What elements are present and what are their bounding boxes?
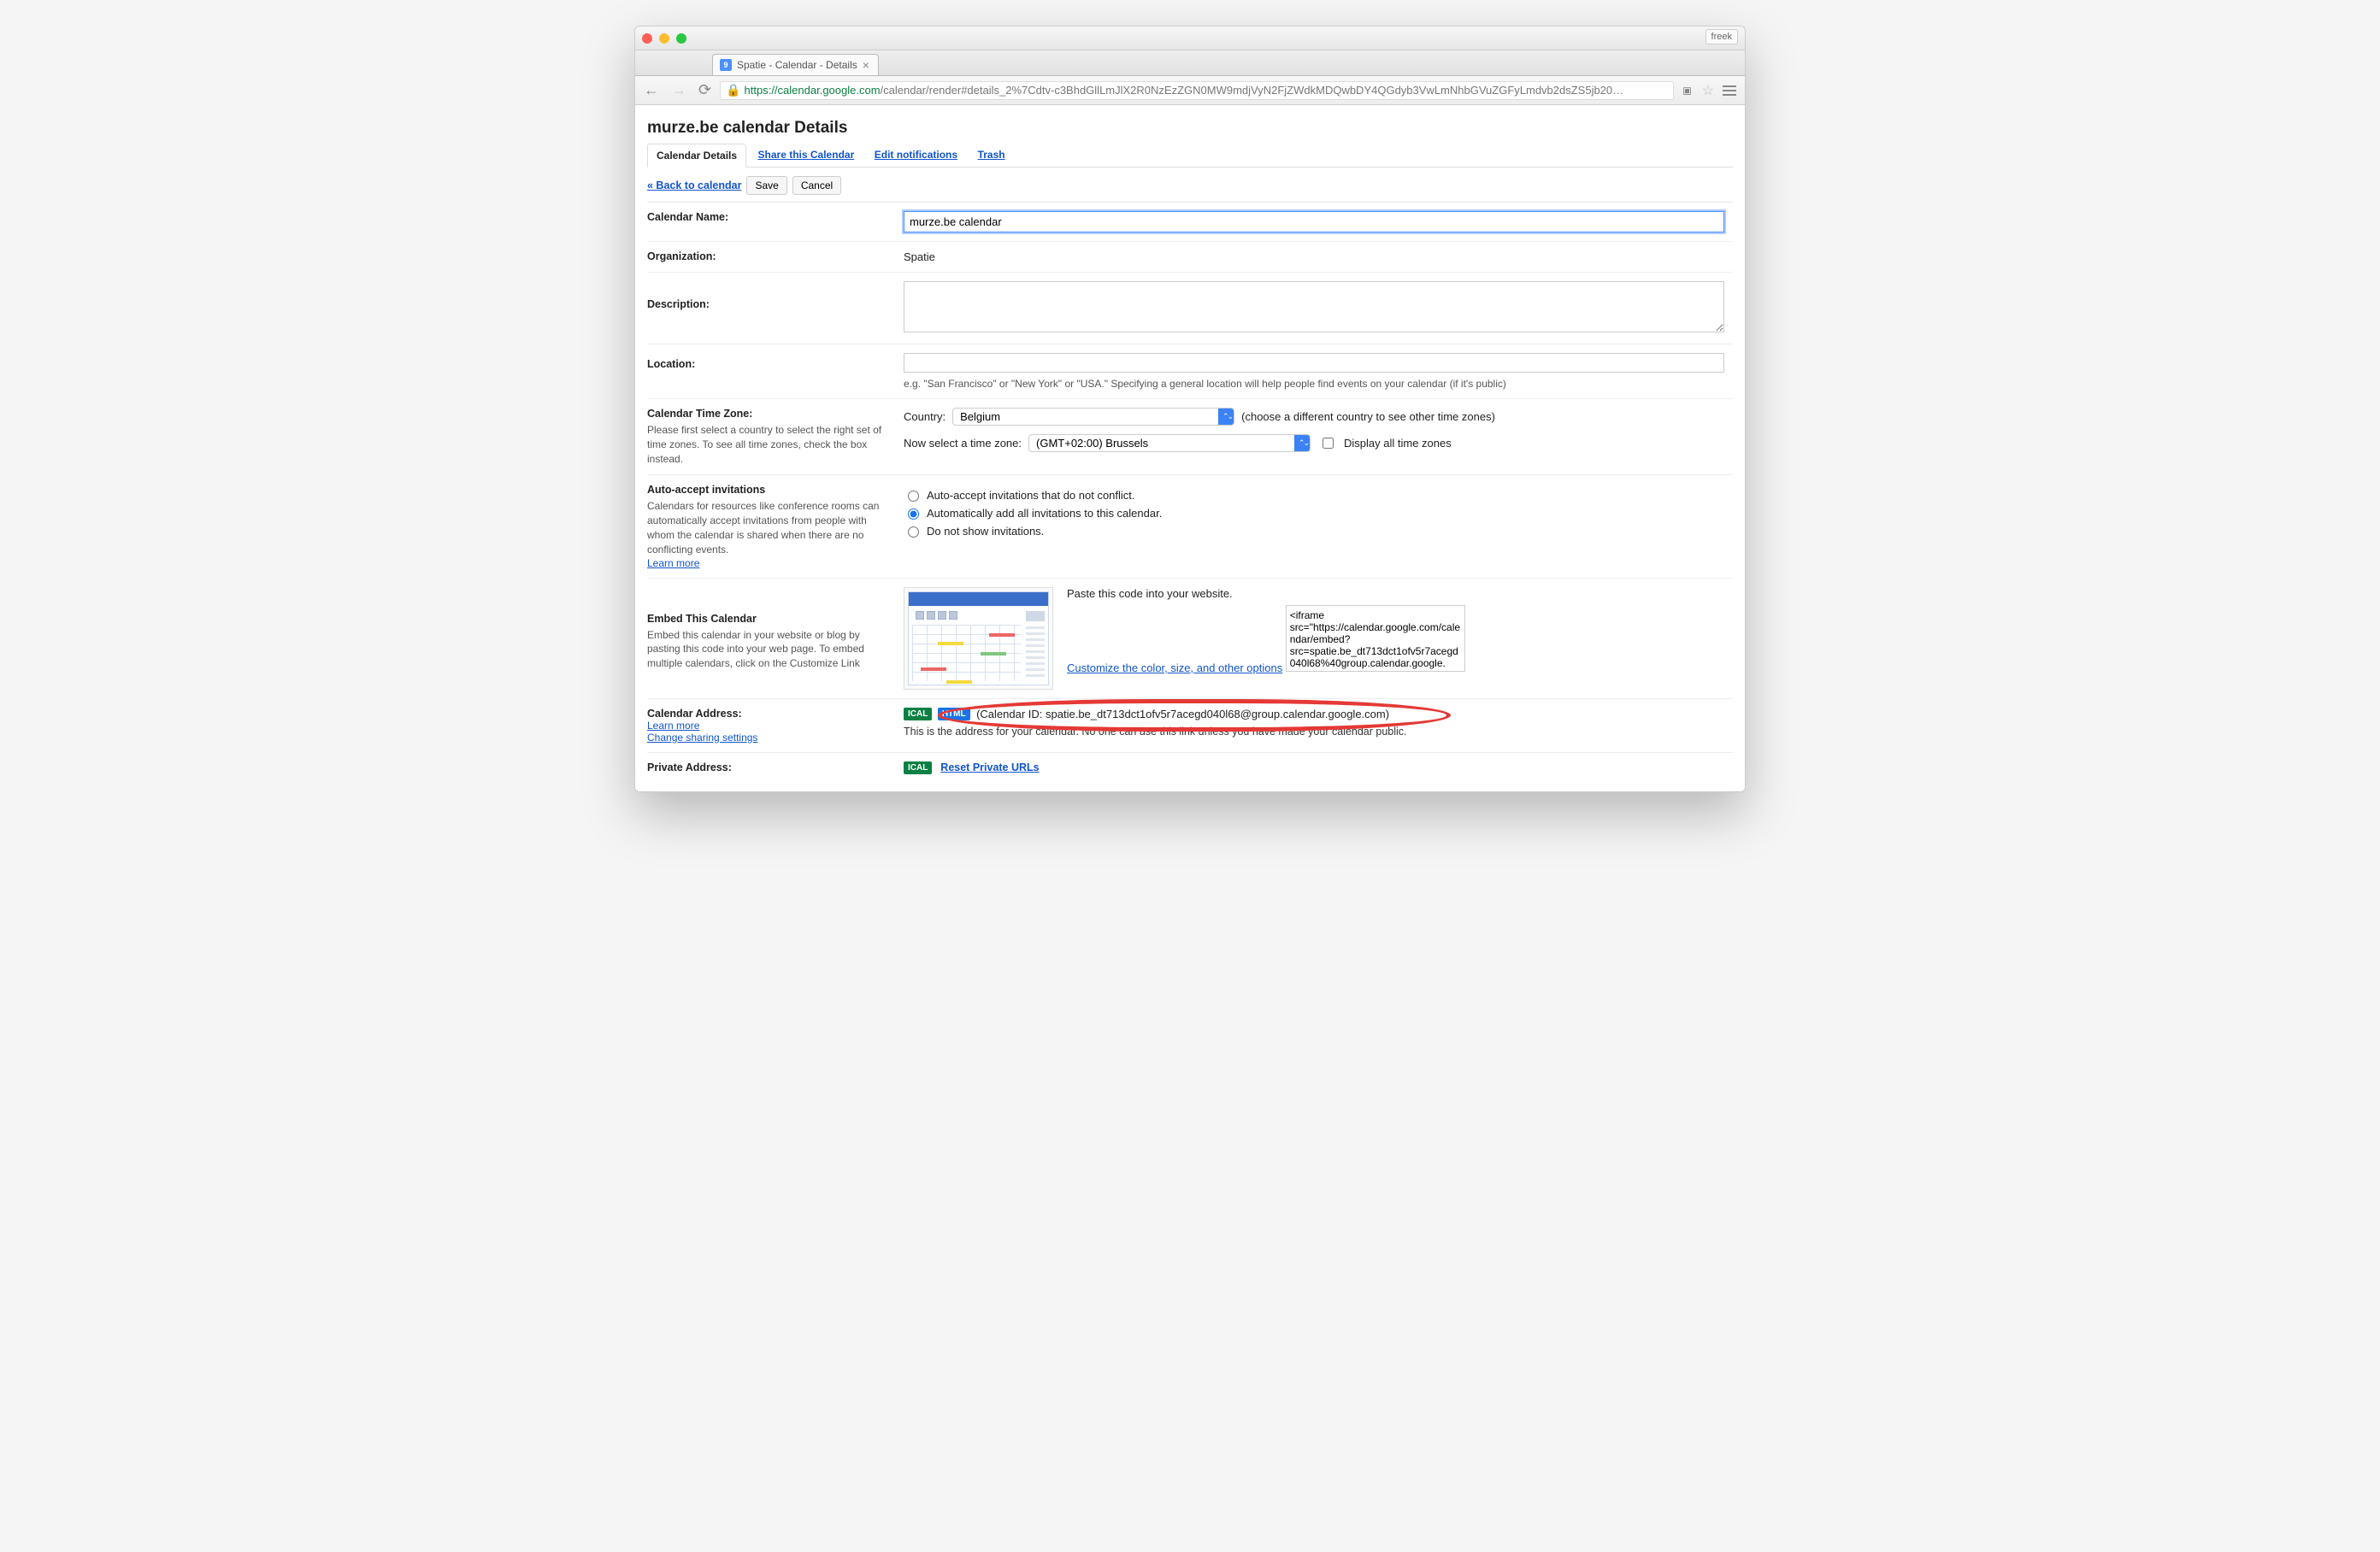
url-scheme: https xyxy=(745,84,769,97)
description-input[interactable] xyxy=(904,281,1724,332)
html-badge[interactable]: HTML xyxy=(938,708,970,720)
embed-subtext: Embed this calendar in your website or b… xyxy=(647,628,890,671)
row-calendar-name: Calendar Name: xyxy=(647,203,1733,242)
radio-do-not-show-label: Do not show invitations. xyxy=(927,525,1044,538)
embed-paste-hint: Paste this code into your website. xyxy=(1067,587,1733,600)
radio-opt-do-not-show[interactable]: Do not show invitations. xyxy=(904,524,1733,538)
url-host: ://calendar.google.com xyxy=(769,84,881,97)
back-to-calendar-link[interactable]: « Back to calendar xyxy=(647,179,741,191)
radio-add-all-label: Automatically add all invitations to thi… xyxy=(927,507,1162,520)
action-row: « Back to calendar Save Cancel xyxy=(647,171,1733,203)
label-description: Description: xyxy=(647,298,710,310)
radio-no-conflict-label: Auto-accept invitations that do not conf… xyxy=(927,489,1135,502)
toolbar-right: ◈ ☆ xyxy=(1682,82,1736,99)
tab-notifications-link[interactable]: Edit notifications xyxy=(875,149,957,161)
zoom-window-button[interactable] xyxy=(676,33,686,44)
radio-do-not-show[interactable] xyxy=(908,526,919,538)
display-all-timezones-label: Display all time zones xyxy=(1344,437,1452,450)
timezone-subtext: Please first select a country to select … xyxy=(647,423,890,466)
ical-badge[interactable]: ICAL xyxy=(904,708,932,720)
lock-icon: 🔒 xyxy=(726,83,740,97)
window-titlebar: freek xyxy=(635,26,1745,50)
close-tab-icon[interactable]: × xyxy=(863,59,869,71)
private-ical-badge[interactable]: ICAL xyxy=(904,761,932,774)
auto-accept-subtext: Calendars for resources like conference … xyxy=(647,499,890,556)
page-title: murze.be calendar Details xyxy=(647,119,1733,138)
page-content: murze.be calendar Details Calendar Detai… xyxy=(635,105,1745,791)
row-location: Location: e.g. "San Francisco" or "New Y… xyxy=(647,344,1733,399)
timezone-select[interactable]: (GMT+02:00) Brussels xyxy=(1028,434,1311,452)
label-private-address: Private Address: xyxy=(647,761,732,773)
bookmark-star-icon[interactable]: ☆ xyxy=(1702,82,1714,99)
label-organization: Organization: xyxy=(647,250,716,262)
minimize-window-button[interactable] xyxy=(659,33,669,44)
calendar-address-desc: This is the address for your calendar. N… xyxy=(904,726,1733,738)
address-learn-more-link[interactable]: Learn more xyxy=(647,720,699,732)
display-all-timezones-checkbox[interactable] xyxy=(1323,438,1334,449)
radio-opt-no-conflict[interactable]: Auto-accept invitations that do not conf… xyxy=(904,488,1733,502)
row-auto-accept: Auto-accept invitations Calendars for re… xyxy=(647,475,1733,578)
nav-buttons: ← → ⟳ xyxy=(644,81,711,99)
radio-add-all[interactable] xyxy=(908,509,919,520)
change-sharing-settings-link[interactable]: Change sharing settings xyxy=(647,732,757,744)
embed-code-textarea[interactable]: <iframe src="https://calendar.google.com… xyxy=(1286,605,1465,672)
radio-no-conflict[interactable] xyxy=(908,491,919,502)
organization-value: Spatie xyxy=(904,250,935,263)
row-description: Description: xyxy=(647,273,1733,344)
label-timezone: Calendar Time Zone: xyxy=(647,408,752,420)
label-embed: Embed This Calendar xyxy=(647,613,757,625)
label-calendar-name: Calendar Name: xyxy=(647,211,728,223)
row-calendar-address: Calendar Address: Learn more Change shar… xyxy=(647,699,1733,753)
label-calendar-address: Calendar Address: xyxy=(647,708,742,720)
row-organization: Organization: Spatie xyxy=(647,242,1733,273)
country-select[interactable]: Belgium xyxy=(952,408,1234,426)
save-button[interactable]: Save xyxy=(746,176,786,195)
row-embed: Embed This Calendar Embed this calendar … xyxy=(647,579,1733,699)
tab-share-link[interactable]: Share this Calendar xyxy=(758,149,855,161)
url-ellipsis: … xyxy=(1612,84,1623,97)
reset-private-urls-link[interactable]: Reset Private URLs xyxy=(940,761,1039,773)
tab-title: Spatie - Calendar - Details xyxy=(737,59,857,71)
tab-favicon: 9 xyxy=(720,59,732,71)
auto-accept-learn-more-link[interactable]: Learn more xyxy=(647,557,699,569)
calendar-id-text: (Calendar ID: spatie.be_dt713dct1ofv5r7a… xyxy=(976,708,1389,720)
browser-tab[interactable]: 9 Spatie - Calendar - Details × xyxy=(712,54,879,75)
label-location: Location: xyxy=(647,358,695,370)
label-auto-accept: Auto-accept invitations xyxy=(647,484,765,496)
country-hint: (choose a different country to see other… xyxy=(1241,410,1495,423)
tab-edit-notifications[interactable]: Edit notifications xyxy=(866,144,966,166)
browser-tabstrip: 9 Spatie - Calendar - Details × xyxy=(635,50,1745,76)
tab-calendar-details[interactable]: Calendar Details xyxy=(647,144,746,168)
tab-trash-link[interactable]: Trash xyxy=(978,149,1005,161)
row-private-address: Private Address: ICAL Reset Private URLs xyxy=(647,753,1733,774)
browser-toolbar: ← → ⟳ 🔒 https://calendar.google.com/cale… xyxy=(635,76,1745,105)
location-input[interactable] xyxy=(904,353,1724,373)
calendar-name-input[interactable] xyxy=(904,211,1724,232)
forward-button-icon[interactable]: → xyxy=(671,81,686,99)
browser-window: freek 9 Spatie - Calendar - Details × ← … xyxy=(634,26,1746,792)
back-button-icon[interactable]: ← xyxy=(644,81,659,99)
extension-icon[interactable]: ◈ xyxy=(1678,80,1698,100)
settings-tabs: Calendar Details Share this Calendar Edi… xyxy=(647,143,1733,168)
row-timezone: Calendar Time Zone: Please first select … xyxy=(647,399,1733,475)
country-label: Country: xyxy=(904,410,946,423)
menu-icon[interactable] xyxy=(1723,85,1736,96)
close-window-button[interactable] xyxy=(642,33,652,44)
reload-button-icon[interactable]: ⟳ xyxy=(698,81,711,99)
address-bar[interactable]: 🔒 https://calendar.google.com/calendar/r… xyxy=(720,81,1674,100)
profile-badge[interactable]: freek xyxy=(1705,29,1738,44)
url-path: /calendar/render#details_2%7Cdtv-c3BhdGl… xyxy=(881,84,1613,97)
cancel-button[interactable]: Cancel xyxy=(792,176,841,195)
tab-trash[interactable]: Trash xyxy=(969,144,1014,166)
tab-share-calendar[interactable]: Share this Calendar xyxy=(750,144,863,166)
embed-preview-thumbnail xyxy=(904,587,1053,690)
radio-opt-add-all[interactable]: Automatically add all invitations to thi… xyxy=(904,506,1733,520)
location-hint: e.g. "San Francisco" or "New York" or "U… xyxy=(904,378,1733,390)
timezone-select-label: Now select a time zone: xyxy=(904,437,1022,450)
window-controls xyxy=(642,33,686,44)
embed-customize-link[interactable]: Customize the color, size, and other opt… xyxy=(1067,661,1282,674)
